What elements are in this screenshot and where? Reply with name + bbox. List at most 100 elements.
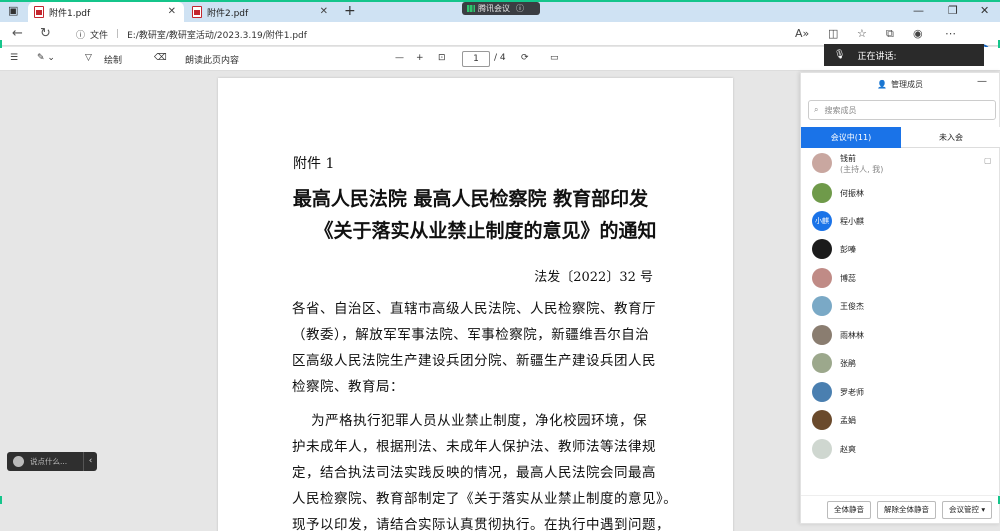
member-tabs: 会议中(11) 未入会	[801, 127, 1000, 148]
tab-actions-icon[interactable]: ▣	[8, 4, 18, 17]
member-name: 程小麒	[840, 216, 864, 226]
avatar	[812, 183, 832, 203]
unmute-all-button[interactable]: 解除全体静音	[877, 500, 936, 519]
panel-title: 管理成员	[890, 79, 923, 89]
split-screen-icon[interactable]: ◫	[828, 27, 838, 40]
member-row[interactable]: 何振林	[812, 182, 864, 204]
collections-icon[interactable]: ⧉	[886, 27, 894, 41]
highlight-icon[interactable]: ✎ ⌄	[37, 53, 55, 63]
avatar: 小麒	[812, 211, 832, 231]
avatar-icon	[13, 456, 24, 467]
tab-bar: ▣ 附件1.pdf ✕ 附件2.pdf ✕ + 腾讯会议 ⓘ — ❐ ✕	[0, 0, 1000, 22]
tab-not-joined[interactable]: 未入会	[901, 127, 1000, 148]
read-mode-icon[interactable]: A»	[795, 27, 809, 40]
new-tab-button[interactable]: +	[344, 3, 356, 19]
minimize-button[interactable]: —	[913, 4, 924, 17]
member-name: 雨林林	[840, 330, 864, 340]
body-line: （教委），解放军军事法院、军事检察院，新疆维吾尔自治	[292, 327, 650, 343]
avatar	[812, 239, 832, 259]
attachment-label: 附件 1	[293, 156, 335, 172]
contents-icon[interactable]: ☰	[10, 53, 18, 63]
tab-label: 附件1.pdf	[49, 8, 91, 19]
url-text: E:/教研室/教研室活动/2023.3.19/附件1.pdf	[127, 30, 307, 41]
tab-attachment1[interactable]: 附件1.pdf ✕	[28, 2, 184, 22]
info-icon: ⓘ	[516, 4, 524, 13]
page-view-icon[interactable]: ▭	[550, 53, 559, 63]
eraser-icon[interactable]: ⌫	[154, 53, 167, 63]
members-panel: 👤 管理成员 — ⌕ 搜索成员 会议中(11) 未入会 钱前 (主持人, 我) ▢ 何…	[800, 72, 1000, 524]
close-icon[interactable]: ✕	[168, 6, 176, 17]
pdf-page: 附件 1 最高人民法院 最高人民检察院 教育部印发 《关于落实从业禁止制度的意见…	[218, 78, 733, 531]
more-icon[interactable]: ⋯	[945, 27, 956, 40]
microphone-icon: 🎙	[834, 50, 846, 60]
file-label: 文件	[90, 30, 109, 41]
profile-icon[interactable]: ◉	[913, 27, 923, 40]
avatar	[812, 439, 832, 459]
edge-marker	[0, 40, 2, 48]
member-name: 博蕊	[840, 273, 856, 283]
chat-mini-bar[interactable]: 说点什么... ‹	[7, 452, 97, 471]
chevron-left-icon[interactable]: ‹	[83, 452, 97, 471]
meeting-control-button[interactable]: 会议管控 ▾	[942, 500, 993, 519]
zoom-in-button[interactable]: +	[416, 53, 424, 63]
member-name: 张鹃	[840, 358, 856, 368]
address-bar: ← ↻ ⓘ 文件 | E:/教研室/教研室活动/2023.3.19/附件1.pd…	[0, 22, 1000, 66]
member-name: 王俊杰	[840, 301, 864, 311]
mute-all-button[interactable]: 全体静音	[827, 500, 871, 519]
page-number-input[interactable]: 1	[462, 51, 490, 67]
info-icon: ⓘ	[76, 30, 86, 41]
member-row[interactable]: 彭嗪	[812, 238, 856, 260]
tab-in-meeting[interactable]: 会议中(11)	[801, 127, 901, 148]
speaking-label: 正在讲话:	[857, 51, 897, 62]
favorites-icon[interactable]: ☆	[857, 27, 867, 40]
signal-icon	[467, 5, 475, 12]
edge-marker	[0, 496, 2, 504]
member-row[interactable]: 赵爽	[812, 438, 856, 460]
screen-share-icon[interactable]: ▢	[984, 156, 992, 165]
member-row[interactable]: 罗老师	[812, 381, 864, 403]
close-window-button[interactable]: ✕	[980, 4, 989, 17]
url-field[interactable]: ⓘ 文件 | E:/教研室/教研室活动/2023.3.19/附件1.pdf	[66, 25, 811, 43]
search-placeholder: 搜索成员	[824, 105, 857, 115]
speaking-indicator: 🎙 正在讲话:	[824, 44, 984, 66]
member-name: 何振林	[840, 188, 864, 198]
avatar	[812, 410, 832, 430]
avatar	[812, 382, 832, 402]
member-search-input[interactable]: ⌕ 搜索成员	[808, 100, 996, 120]
maximize-button[interactable]: ❐	[948, 4, 958, 17]
zoom-out-button[interactable]: —	[395, 53, 404, 63]
minimize-panel-button[interactable]: —	[977, 76, 987, 87]
meeting-indicator-label: 腾讯会议	[478, 4, 510, 13]
fit-page-icon[interactable]: ⊡	[438, 53, 446, 63]
document-number: 法发〔2022〕32 号	[534, 270, 653, 285]
body-line: 为严格执行犯罪人员从业禁止制度，净化校园环境，保	[292, 413, 648, 429]
url-separator: |	[116, 29, 120, 39]
member-row[interactable]: 孟娟	[812, 409, 856, 431]
body-line: 检察院、教育局：	[292, 379, 404, 395]
member-name: 罗老师	[840, 387, 864, 397]
draw-button[interactable]: 绘制	[104, 53, 122, 66]
member-row[interactable]: 雨林林	[812, 324, 864, 346]
member-row[interactable]: 小麒 程小麒	[812, 210, 864, 232]
back-icon[interactable]: ←	[12, 26, 23, 41]
refresh-icon[interactable]: ↻	[40, 26, 51, 41]
avatar	[812, 325, 832, 345]
draw-icon[interactable]: ▽	[85, 53, 92, 63]
member-name: 赵爽	[840, 444, 856, 454]
read-aloud-button[interactable]: 朗读此页内容	[185, 53, 239, 66]
body-line: 各省、自治区、直辖市高级人民法院、人民检察院、教育厅	[292, 301, 656, 317]
pdf-icon	[192, 6, 202, 18]
tab-attachment2[interactable]: 附件2.pdf ✕	[186, 2, 336, 22]
member-row[interactable]: 博蕊	[812, 267, 856, 289]
close-icon[interactable]: ✕	[320, 6, 328, 17]
member-row[interactable]: 王俊杰	[812, 295, 864, 317]
member-row[interactable]: 钱前 (主持人, 我)	[812, 153, 883, 175]
pdf-icon	[34, 6, 44, 18]
user-icon: 👤	[877, 79, 887, 89]
member-row[interactable]: 张鹃	[812, 352, 856, 374]
avatar	[812, 153, 832, 173]
rotate-icon[interactable]: ⟳	[521, 53, 529, 63]
body-line: 人民检察院、教育部制定了《关于落实从业禁止制度的意见》。	[292, 491, 678, 507]
meeting-indicator[interactable]: 腾讯会议 ⓘ	[462, 2, 540, 15]
chat-input-placeholder: 说点什么...	[30, 457, 68, 466]
